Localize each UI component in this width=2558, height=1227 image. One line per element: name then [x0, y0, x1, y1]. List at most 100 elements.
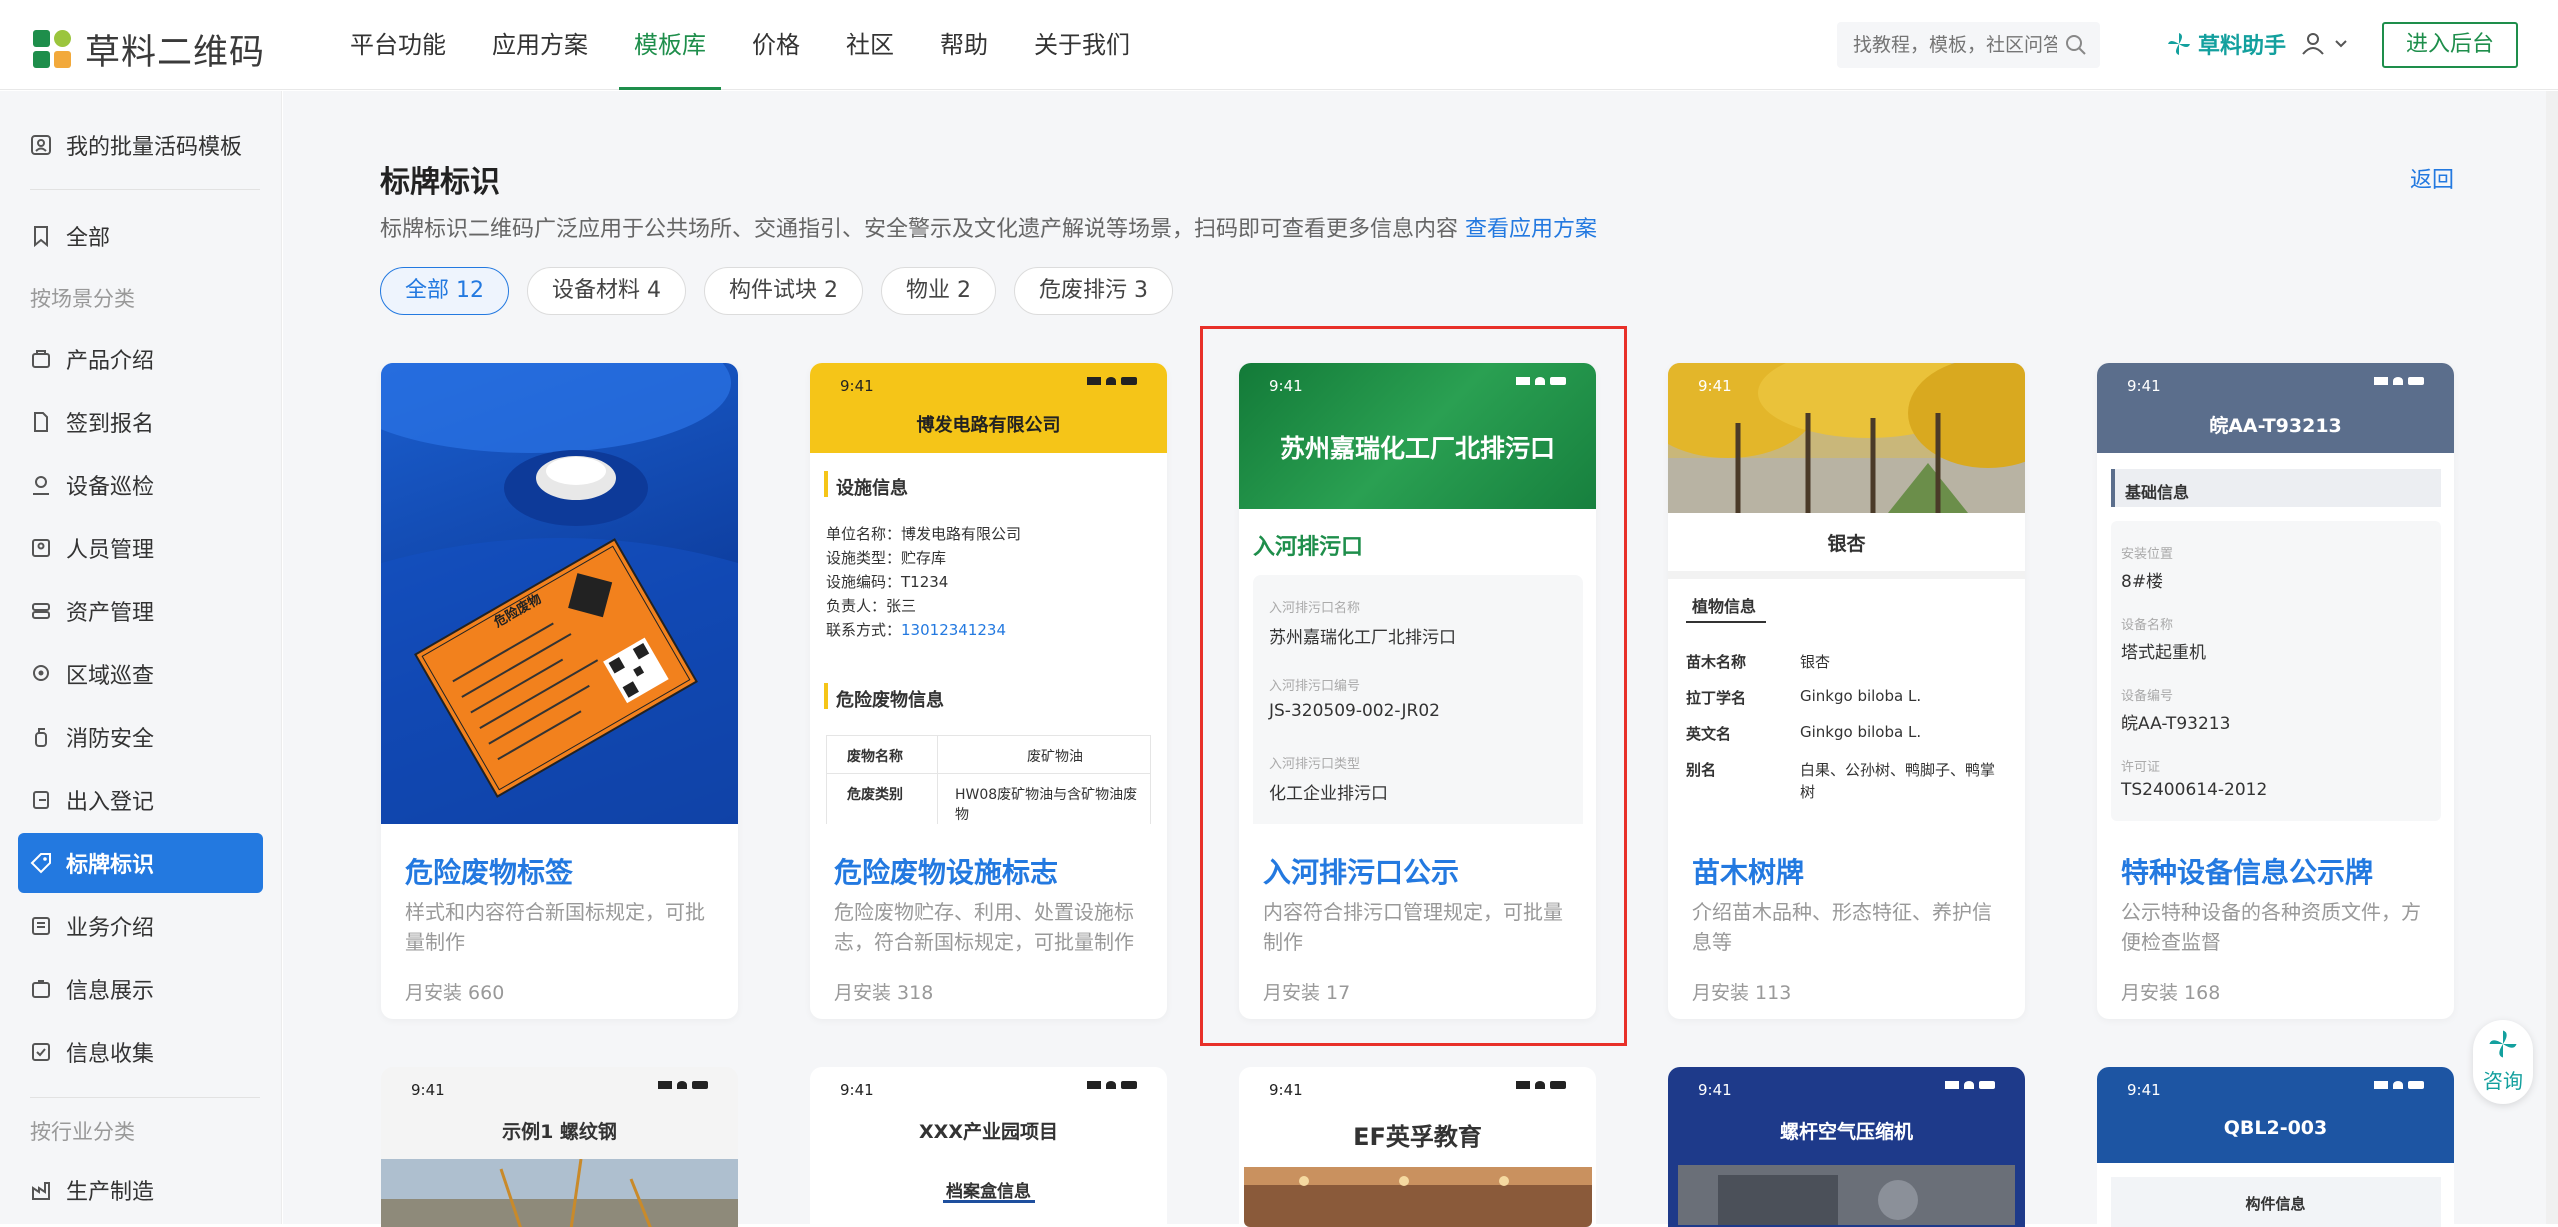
document-icon [34, 412, 48, 432]
card-installs: 月安装 168 [2121, 978, 2220, 1005]
sidebar-item-product[interactable]: 产品介绍 [18, 329, 263, 389]
industry-group-label: 按行业分类 [30, 1120, 135, 1144]
scrollbar[interactable] [2546, 91, 2558, 1224]
preview-line-label: 联系方式： [826, 621, 902, 639]
filter-all[interactable]: 全部 12 [380, 267, 509, 315]
template-card[interactable]: 9:41 示例1 螺纹钢 [381, 1067, 738, 1227]
filter-equipment[interactable]: 设备材料 4 [527, 267, 686, 315]
bookmark-icon [34, 226, 48, 247]
divider [30, 1097, 260, 1098]
nav-solutions[interactable]: 应用方案 [477, 0, 603, 90]
filter-components[interactable]: 构件试块 2 [704, 267, 863, 315]
preview-subtitle: 构件信息 [2245, 1195, 2306, 1213]
installs-count: 318 [897, 982, 934, 1004]
status-bar: 9:41 [2097, 1067, 2454, 1107]
preview-subtitle: 档案盒信息 [946, 1182, 1031, 1202]
page-title: 标牌标识 [380, 165, 500, 200]
template-card[interactable]: 危险废物 危险废物标签 样式和内容符合新国标规定，可批量制作 月安装 660 [381, 363, 738, 1019]
field-value: 8#楼 [2121, 572, 2164, 592]
sidebar-item-info-collect[interactable]: 信息收集 [18, 1022, 263, 1082]
user-menu[interactable] [2300, 30, 2350, 56]
filter-property[interactable]: 物业 2 [881, 267, 996, 315]
top-header: 草料二维码 平台功能 应用方案 模板库 价格 社区 帮助 关于我们 草料助手 进… [0, 0, 2558, 90]
nav-help[interactable]: 帮助 [925, 0, 1003, 90]
nav-templates[interactable]: 模板库 [619, 0, 721, 90]
tag-icon [30, 853, 51, 874]
filter-hazardous[interactable]: 危废排污 3 [1014, 267, 1173, 315]
status-bar: 9:41 [381, 1067, 738, 1107]
logo[interactable]: 草料二维码 [33, 24, 265, 75]
sidebar-item-label: 设备巡检 [66, 475, 155, 500]
card-title: 危险废物标签 [405, 856, 574, 889]
sidebar-item-personnel[interactable]: 人员管理 [18, 518, 263, 578]
template-card[interactable]: 9:41 EF英孚教育 [1239, 1067, 1596, 1227]
sidebar-item-label: 区域巡查 [66, 664, 155, 689]
status-bar: 9:41 [2097, 363, 2454, 403]
sidebar-item-area-patrol[interactable]: 区域巡查 [18, 644, 263, 704]
sidebar-item-label: 生产制造 [66, 1180, 155, 1205]
assistant-icon [2489, 1030, 2517, 1058]
table-cell: 废物名称 [847, 749, 903, 765]
sidebar-item-my-templates[interactable]: 我的批量活码模板 [18, 115, 263, 175]
card-description: 样式和内容符合新国标规定，可批量制作 [405, 900, 705, 954]
logo-text: 草料二维码 [85, 33, 266, 73]
search-icon[interactable] [2064, 33, 2088, 61]
preview-company: 博发电路有限公司 [916, 415, 1061, 436]
search-input[interactable] [1837, 22, 2057, 68]
preview-plate: 皖AA-T93213 [2209, 415, 2342, 437]
preview-title: 螺杆空气压缩机 [1779, 1121, 1913, 1143]
inspector-icon [33, 476, 49, 495]
description-text: 标牌标识二维码广泛应用于公共场所、交通指引、安全警示及文化遗产解说等场景，扫码即… [380, 217, 1459, 242]
sidebar: 我的批量活码模板 全部 按场景分类 产品介绍 签到报名 设备巡检 人员管理 资产… [0, 91, 282, 1224]
template-card[interactable]: 9:41 QBL2-003 构件信息 [2097, 1067, 2454, 1227]
sidebar-item-signin[interactable]: 签到报名 [18, 392, 263, 452]
sidebar-item-all[interactable]: 全部 [18, 206, 263, 266]
preview-title: EF英孚教育 [1353, 1123, 1482, 1151]
status-bar: 9:41 [810, 1067, 1167, 1107]
template-card[interactable]: 9:41 XXX产业园项目 档案盒信息 [810, 1067, 1167, 1227]
status-bar: 9:41 [1239, 1067, 1596, 1107]
sidebar-item-info-display[interactable]: 信息展示 [18, 959, 263, 1019]
id-card-icon [32, 539, 50, 557]
template-card[interactable]: 9:41 螺杆空气压缩机 [1668, 1067, 2025, 1227]
sidebar-item-assets[interactable]: 资产管理 [18, 581, 263, 641]
enter-backend-button[interactable]: 进入后台 [2382, 22, 2518, 68]
sidebar-item-manufacturing[interactable]: 生产制造 [18, 1160, 263, 1220]
row-value: Ginkgo biloba L. [1800, 687, 1922, 705]
installs-count: 660 [468, 982, 505, 1004]
consult-button[interactable]: 咨询 [2473, 1020, 2533, 1104]
sidebar-item-signage[interactable]: 标牌标识 [18, 833, 263, 893]
section-marker [824, 471, 828, 497]
card-title: 危险废物设施标志 [834, 856, 1059, 889]
main-nav: 平台功能 应用方案 模板库 价格 社区 帮助 关于我们 [335, 0, 1161, 90]
template-card[interactable]: 9:41 博发电路有限公司 设施信息 单位名称：博发电路有限公司 设施类型：贮存… [810, 363, 1167, 1019]
fire-extinguisher-icon [35, 728, 47, 747]
preview-line: 联系方式：13012341234 [826, 619, 1006, 640]
sidebar-item-business[interactable]: 业务介绍 [18, 896, 263, 956]
sidebar-item-entry-exit[interactable]: 出入登记 [18, 770, 263, 830]
nav-about[interactable]: 关于我们 [1019, 0, 1145, 90]
template-card[interactable]: 9:41 银杏 植物信息 苗木名称 银杏 拉丁学名 Ginkgo biloba … [1668, 363, 2025, 1019]
card-preview: 危险废物 [381, 363, 738, 824]
status-bar: 9:41 [1668, 1067, 2025, 1107]
preview-section-title: 危险废物信息 [836, 690, 944, 711]
view-solution-link[interactable]: 查看应用方案 [1465, 217, 1597, 242]
nav-pricing[interactable]: 价格 [737, 0, 815, 90]
box-icon [32, 350, 50, 368]
card-title: 特种设备信息公示牌 [2121, 856, 2374, 889]
preview-line: 设施类型：贮存库 [826, 549, 947, 567]
sidebar-item-label: 业务介绍 [66, 916, 155, 941]
back-link[interactable]: 返回 [2410, 162, 2454, 194]
checkbox-icon [32, 1043, 50, 1061]
sidebar-item-fire-safety[interactable]: 消防安全 [18, 707, 263, 767]
nav-platform[interactable]: 平台功能 [335, 0, 461, 90]
sidebar-item-label: 全部 [66, 226, 111, 251]
preview-line: 单位名称：博发电路有限公司 [826, 525, 1022, 543]
sidebar-item-inspection[interactable]: 设备巡检 [18, 455, 263, 515]
nav-community[interactable]: 社区 [831, 0, 909, 90]
preview-table: 废物名称 废矿物油 危废类别 HW08废矿物油与含矿物油废物 [826, 735, 1151, 824]
sidebar-item-label: 产品介绍 [66, 349, 155, 374]
template-card[interactable]: 9:41 皖AA-T93213 基础信息 安装位置 8#楼 设备名称 塔式起重机… [2097, 363, 2454, 1019]
table-cell: HW08废矿物油与含矿物油废物 [955, 787, 1138, 823]
assistant-link[interactable]: 草料助手 [2166, 28, 2286, 60]
